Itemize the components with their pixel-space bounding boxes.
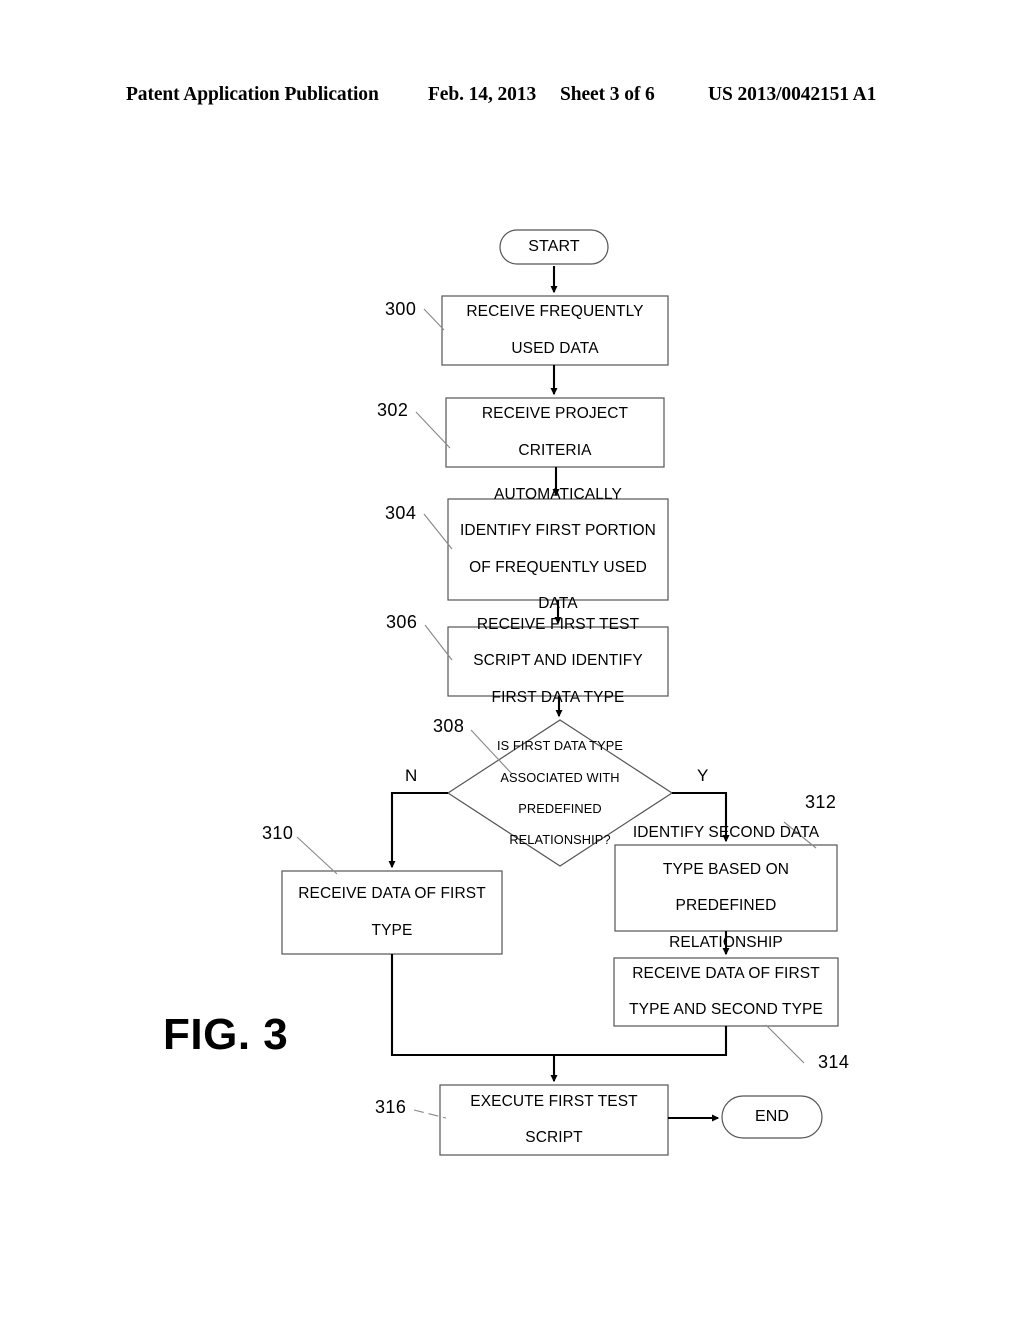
ref-numeral-314: 314 bbox=[818, 1052, 850, 1072]
end-terminator-shape bbox=[721, 1095, 823, 1139]
ref-numeral-316: 316 bbox=[375, 1097, 407, 1117]
leader-line-312 bbox=[783, 821, 817, 849]
start-terminator-shape bbox=[499, 229, 609, 265]
box-316-shape bbox=[439, 1084, 669, 1156]
ref-numeral-304: 304 bbox=[385, 503, 417, 523]
leader-line-314 bbox=[765, 1024, 805, 1064]
ref-numeral-302: 302 bbox=[377, 400, 409, 420]
branch-label-yes: Y bbox=[697, 766, 709, 785]
flowchart-geometry bbox=[281, 229, 839, 1156]
connector-314-to-merge bbox=[554, 1026, 728, 1057]
ref-numeral-312: 312 bbox=[805, 792, 837, 812]
ref-numeral-306: 306 bbox=[386, 612, 418, 632]
connector-308-no-to-310 bbox=[388, 791, 448, 869]
box-300-shape bbox=[441, 295, 669, 366]
ref-numeral-310: 310 bbox=[262, 823, 294, 843]
flowchart-figure: START RECEIVE FREQUENTLY USED DATA RECEI… bbox=[0, 0, 1024, 1320]
leader-line-300 bbox=[423, 308, 445, 331]
leader-line-308 bbox=[470, 729, 513, 775]
box-312-shape bbox=[614, 844, 838, 932]
connector-308-yes-to-312 bbox=[672, 791, 730, 843]
box-314-shape bbox=[613, 957, 839, 1027]
leader-line-310 bbox=[296, 836, 338, 875]
ref-numeral-300: 300 bbox=[385, 299, 417, 319]
figure-label: FIG. 3 bbox=[163, 1010, 289, 1059]
leader-line-316 bbox=[413, 1109, 447, 1119]
ref-numeral-308: 308 bbox=[433, 716, 465, 736]
branch-label-no: N bbox=[405, 766, 418, 785]
leader-line-302 bbox=[415, 411, 451, 449]
box-302-shape bbox=[445, 397, 665, 468]
box-304-shape bbox=[447, 498, 669, 601]
box-306-shape bbox=[447, 626, 669, 697]
box-310-shape bbox=[281, 870, 503, 955]
connector-310-to-merge bbox=[390, 954, 554, 1057]
